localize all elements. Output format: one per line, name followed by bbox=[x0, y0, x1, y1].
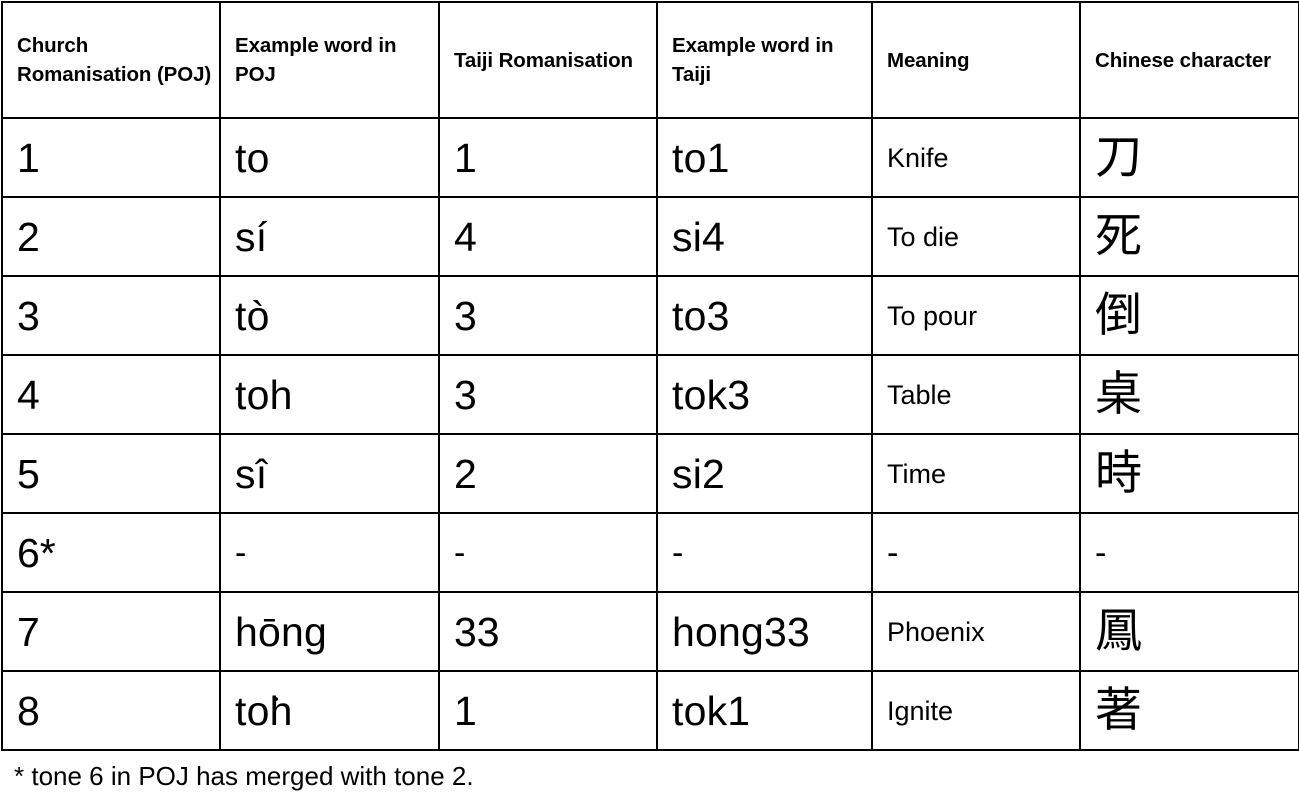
cell-meaning: Knife bbox=[871, 117, 1081, 198]
cell-poj-word: to bbox=[219, 117, 440, 198]
cell-taiji-tone: 1 bbox=[438, 117, 658, 198]
cell-poj-word: hōng bbox=[219, 591, 440, 672]
cell-taiji-tone: 1 bbox=[438, 670, 658, 751]
cell-taiji-word: to1 bbox=[656, 117, 873, 198]
cell-chinese-character: 時 bbox=[1079, 433, 1299, 514]
cell-taiji-tone: - bbox=[438, 512, 658, 593]
cell-poj-tone: 4 bbox=[1, 354, 221, 435]
cell-taiji-word: tok1 bbox=[656, 670, 873, 751]
cell-taiji-tone: 3 bbox=[438, 275, 658, 356]
cell-chinese-character: 桌 bbox=[1079, 354, 1299, 435]
cell-meaning: Phoenix bbox=[871, 591, 1081, 672]
table-row: 8 to͘h 1 tok1 Ignite 著 bbox=[1, 670, 1299, 751]
table-body: 1 to 1 to1 Knife 刀 2 sí 4 si4 To die 死 3… bbox=[1, 117, 1299, 751]
table-header: Church Romanisation (POJ) Example word i… bbox=[1, 1, 1299, 119]
column-header-taiji-romanisation: Taiji Romanisation bbox=[438, 1, 658, 119]
cell-poj-tone: 5 bbox=[1, 433, 221, 514]
cell-taiji-tone: 2 bbox=[438, 433, 658, 514]
tone-comparison-sheet: Church Romanisation (POJ) Example word i… bbox=[0, 1, 1299, 793]
cell-poj-word: sî bbox=[219, 433, 440, 514]
cell-poj-word: - bbox=[219, 512, 440, 593]
cell-poj-tone: 1 bbox=[1, 117, 221, 198]
table-row: 4 toh 3 tok3 Table 桌 bbox=[1, 354, 1299, 435]
cell-taiji-word: si4 bbox=[656, 196, 873, 277]
table-row: 5 sî 2 si2 Time 時 bbox=[1, 433, 1299, 514]
cell-chinese-character: 著 bbox=[1079, 670, 1299, 751]
cell-poj-tone: 3 bbox=[1, 275, 221, 356]
cell-taiji-tone: 33 bbox=[438, 591, 658, 672]
cell-poj-word: sí bbox=[219, 196, 440, 277]
cell-meaning: Table bbox=[871, 354, 1081, 435]
column-header-example-word-in-taiji: Example word in Taiji bbox=[656, 1, 873, 119]
cell-meaning: Time bbox=[871, 433, 1081, 514]
cell-poj-tone: 6* bbox=[1, 512, 221, 593]
cell-chinese-character: - bbox=[1079, 512, 1299, 593]
table-row: 2 sí 4 si4 To die 死 bbox=[1, 196, 1299, 277]
cell-chinese-character: 死 bbox=[1079, 196, 1299, 277]
cell-taiji-word: - bbox=[656, 512, 873, 593]
cell-poj-tone: 7 bbox=[1, 591, 221, 672]
column-header-meaning: Meaning bbox=[871, 1, 1081, 119]
cell-taiji-word: to3 bbox=[656, 275, 873, 356]
cell-taiji-tone: 3 bbox=[438, 354, 658, 435]
cell-meaning: To die bbox=[871, 196, 1081, 277]
cell-chinese-character: 鳳 bbox=[1079, 591, 1299, 672]
column-header-chinese-character: Chinese character bbox=[1079, 1, 1299, 119]
cell-taiji-word: si2 bbox=[656, 433, 873, 514]
cell-chinese-character: 倒 bbox=[1079, 275, 1299, 356]
table-row: 1 to 1 to1 Knife 刀 bbox=[1, 117, 1299, 198]
cell-poj-word: tò bbox=[219, 275, 440, 356]
cell-taiji-tone: 4 bbox=[438, 196, 658, 277]
table-row: 7 hōng 33 hong33 Phoenix 鳳 bbox=[1, 591, 1299, 672]
cell-poj-word: toh bbox=[219, 354, 440, 435]
cell-meaning: Ignite bbox=[871, 670, 1081, 751]
table-footnote: * tone 6 in POJ has merged with tone 2. bbox=[14, 761, 474, 791]
table-row: 3 tò 3 to3 To pour 倒 bbox=[1, 275, 1299, 356]
column-header-church-romanisation-poj: Church Romanisation (POJ) bbox=[1, 1, 221, 119]
table-row: 6* - - - - - bbox=[1, 512, 1299, 593]
cell-meaning: To pour bbox=[871, 275, 1081, 356]
cell-meaning: - bbox=[871, 512, 1081, 593]
cell-chinese-character: 刀 bbox=[1079, 117, 1299, 198]
cell-taiji-word: hong33 bbox=[656, 591, 873, 672]
cell-poj-word: to͘h bbox=[219, 670, 440, 751]
column-header-example-word-in-poj: Example word in POJ bbox=[219, 1, 440, 119]
cell-taiji-word: tok3 bbox=[656, 354, 873, 435]
tone-comparison-table: Church Romanisation (POJ) Example word i… bbox=[1, 1, 1299, 751]
cell-poj-tone: 8 bbox=[1, 670, 221, 751]
cell-poj-tone: 2 bbox=[1, 196, 221, 277]
header-row: Church Romanisation (POJ) Example word i… bbox=[1, 1, 1299, 119]
